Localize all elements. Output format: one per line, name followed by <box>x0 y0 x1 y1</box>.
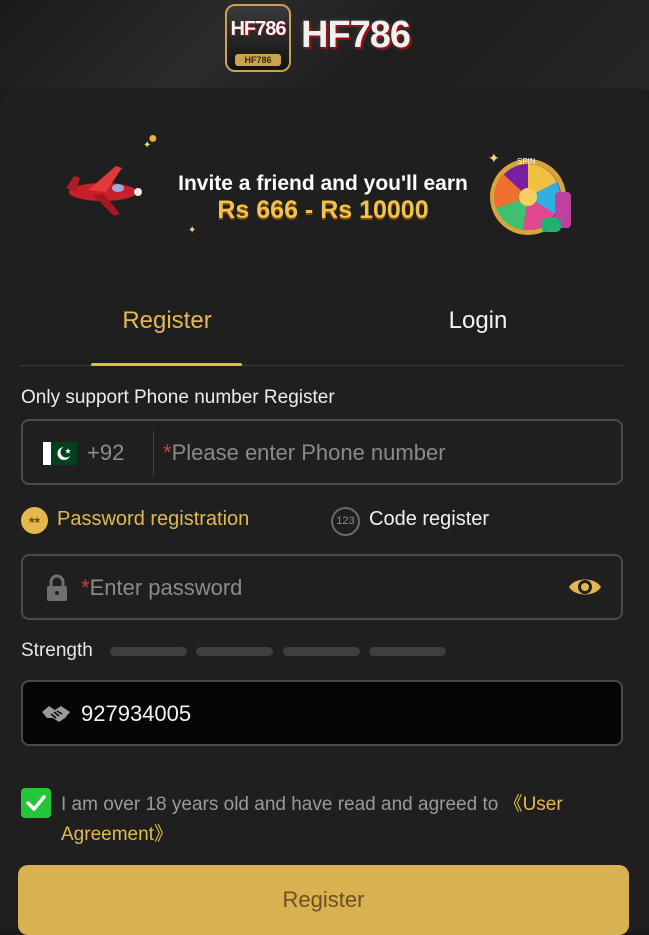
phone-placeholder: Please enter Phone number <box>171 440 446 465</box>
country-code[interactable]: +92 <box>87 440 124 466</box>
sparkle-icon: ✦ <box>188 225 197 236</box>
invite-code-field[interactable]: 927934005 <box>21 680 623 746</box>
active-tab-indicator <box>91 363 242 366</box>
spin-wheel-icon: SPIN <box>490 157 571 235</box>
register-button[interactable]: Register <box>18 865 629 935</box>
password-mode-icon: ** <box>21 507 48 534</box>
required-mark: * <box>81 575 90 600</box>
phone-input[interactable]: *Please enter Phone number <box>163 440 446 466</box>
phone-field[interactable]: +92 *Please enter Phone number <box>21 419 623 485</box>
logo-badge-sub: HF786 <box>235 54 281 66</box>
pakistan-flag-icon[interactable] <box>43 442 77 465</box>
strength-bar <box>196 647 273 656</box>
tab-login[interactable]: Login <box>403 307 553 335</box>
password-strength: Strength <box>21 638 623 664</box>
brand-logo: HF786 HF786 HF786 <box>225 4 425 74</box>
handshake-icon <box>42 706 70 722</box>
agreement-text: I am over 18 years old and have read and… <box>61 790 621 850</box>
registration-mode: ** Password registration 123 Code regist… <box>21 506 623 536</box>
password-field[interactable]: *Enter password <box>21 554 623 620</box>
parachute-coin-icon: ● <box>148 130 158 147</box>
strength-bar <box>283 647 360 656</box>
logo-wordmark: HF786 <box>301 14 411 56</box>
invite-banner[interactable]: ✦ ✦ ✦ ● Invite a friend and you'll earn … <box>48 130 598 240</box>
checkmark-icon <box>26 795 46 811</box>
logo-badge: HF786 HF786 <box>225 4 291 72</box>
top-header: HF786 HF786 HF786 <box>0 0 649 90</box>
strength-bar <box>369 647 446 656</box>
divider <box>153 431 154 475</box>
logo-badge-text: HF786 <box>230 18 286 40</box>
register-note: Only support Phone number Register <box>21 387 335 408</box>
eye-icon[interactable] <box>567 574 603 600</box>
agreement-row: I am over 18 years old and have read and… <box>21 786 621 846</box>
required-mark: * <box>163 440 172 465</box>
agreement-checkbox[interactable] <box>21 788 51 818</box>
auth-tabs: Register Login <box>20 295 625 366</box>
banner-amount: Rs 666 - Rs 10000 <box>217 196 429 224</box>
airplane-icon <box>66 166 142 216</box>
banner-headline: Invite a friend and you'll earn <box>178 172 468 195</box>
strength-bar <box>110 647 187 656</box>
tab-register[interactable]: Register <box>92 307 242 335</box>
code-mode-icon: 123 <box>331 507 360 536</box>
invite-code-value[interactable]: 927934005 <box>81 701 191 727</box>
password-mode-label: Password registration <box>57 508 250 530</box>
password-placeholder: Enter password <box>89 575 243 600</box>
password-input[interactable]: *Enter password <box>81 575 242 601</box>
agreement-statement: I am over 18 years old and have read and… <box>61 794 504 815</box>
code-mode-label: Code register <box>369 508 490 530</box>
spin-label: SPIN <box>517 157 536 166</box>
strength-label: Strength <box>21 640 93 661</box>
lock-icon <box>47 574 67 601</box>
